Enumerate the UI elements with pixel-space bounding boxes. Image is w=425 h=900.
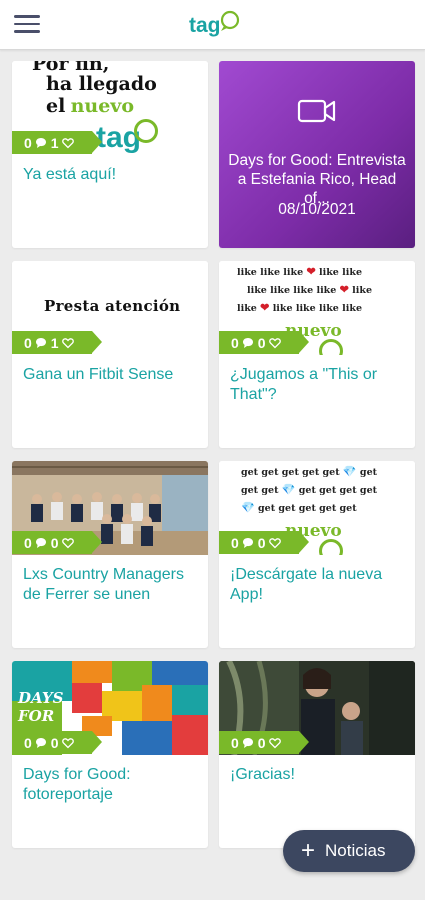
svg-text:tag: tag (189, 14, 221, 37)
thumb-text: like like like like ❤ like (247, 283, 372, 296)
thumb-word: get get get get get (254, 503, 357, 514)
news-card-video[interactable]: Days for Good: Entrevista a Estefania Ri… (219, 61, 415, 248)
thumb-word: DAYS (18, 689, 64, 707)
comment-icon (35, 137, 46, 148)
heart-emoji-icon: ❤ (339, 283, 349, 296)
thumb-text: 💎 get get get get get (241, 501, 357, 514)
thumb-word: like (237, 303, 261, 314)
thumb-word: get (356, 467, 378, 478)
thumb-text: get get get get get 💎 get (241, 465, 377, 478)
heart-icon[interactable] (61, 537, 74, 549)
comment-count: 0 (231, 534, 239, 551)
card-title: Gana un Fitbit Sense (23, 366, 174, 383)
heart-icon[interactable] (61, 337, 74, 349)
news-card[interactable]: 0 0 Lxs Country Managers de Ferrer se un… (12, 461, 208, 648)
comment-icon (242, 537, 253, 548)
thumb-text: DAYS FOR (18, 689, 63, 725)
diamond-emoji-icon: 💎 (281, 483, 296, 496)
card-stats-badge: 0 1 (12, 131, 102, 154)
news-card[interactable]: Presta atención 0 1 Gana un Fitbit Sense (12, 261, 208, 448)
card-stats-badge: 0 0 (12, 531, 102, 554)
thumb-word: like like like like (272, 303, 362, 314)
comment-count: 0 (24, 134, 32, 151)
card-title: Days for Good: fotoreportaje (23, 766, 131, 803)
thumb-word: like (352, 285, 372, 296)
news-card[interactable]: Por fin, ha llegado el nuevo tag 0 1 Ya … (12, 61, 208, 248)
thumb-logo-bubble (134, 119, 158, 143)
video-title: Days for Good: Entrevista a Estefania Ri… (228, 152, 406, 207)
thumb-text: ha llegado (46, 73, 157, 95)
thumb-word: el (46, 95, 66, 117)
news-card[interactable]: DAYS FOR 0 0 Days for Good: fotoreportaj… (12, 661, 208, 848)
card-title: ¿Jugamos a "This or That"? (230, 366, 378, 403)
news-card[interactable]: like like like ❤ like like like like lik… (219, 261, 415, 448)
comment-icon (242, 337, 253, 348)
card-title: Ya está aquí! (23, 166, 117, 183)
card-title: ¡Gracias! (230, 766, 295, 783)
heart-icon[interactable] (268, 737, 281, 749)
heart-icon[interactable] (268, 537, 281, 549)
heart-icon[interactable] (268, 337, 281, 349)
card-stats-badge: 0 1 (12, 331, 102, 354)
card-stats-badge: 0 0 (219, 731, 309, 754)
like-count: 1 (50, 134, 59, 151)
plus-icon: + (301, 837, 316, 864)
thumb-word: get get get get get (241, 467, 343, 478)
thumb-word: FOR (18, 707, 55, 725)
comment-icon (35, 337, 46, 348)
thumb-logo-bubble (319, 539, 343, 555)
like-count: 0 (50, 734, 59, 751)
video-camera-icon (297, 99, 336, 123)
video-date: 08/10/2021 (278, 201, 356, 218)
tag-logo: tag (189, 10, 240, 37)
heart-icon[interactable] (61, 737, 74, 749)
new-post-button[interactable]: + Noticias (283, 830, 415, 872)
card-stats-badge: 0 0 (219, 331, 309, 354)
comment-icon (242, 737, 253, 748)
thumb-word: get get get get (295, 485, 377, 496)
comment-count: 0 (24, 334, 32, 351)
card-title: ¡Descárgate la nueva App! (230, 566, 383, 603)
diamond-emoji-icon: 💎 (241, 501, 255, 514)
thumb-text: like ❤ like like like like (237, 301, 362, 314)
like-count: 0 (50, 534, 59, 551)
thumb-word: like like (319, 267, 362, 278)
hamburger-menu-icon[interactable] (14, 15, 42, 35)
thumb-word: get get (241, 485, 282, 496)
thumb-word: like like like (237, 267, 307, 278)
card-stats-badge: 0 0 (219, 531, 309, 554)
like-count: 0 (257, 334, 266, 351)
comment-icon (35, 537, 46, 548)
heart-icon[interactable] (61, 137, 74, 149)
comment-count: 0 (24, 534, 32, 551)
heart-emoji-icon: ❤ (260, 301, 270, 314)
comment-count: 0 (231, 334, 239, 351)
video-thumbnail: Days for Good: Entrevista a Estefania Ri… (219, 61, 415, 248)
like-count: 0 (257, 534, 266, 551)
news-card[interactable]: 0 0 ¡Gracias! (219, 661, 415, 848)
thumb-text: Presta atención (44, 297, 181, 315)
fab-label: Noticias (325, 841, 386, 860)
like-count: 0 (257, 734, 266, 751)
card-title: Lxs Country Managers de Ferrer se unen (23, 566, 184, 603)
thumb-text: like like like ❤ like like (237, 265, 362, 278)
diamond-emoji-icon: 💎 (342, 465, 357, 478)
comment-count: 0 (24, 734, 32, 751)
comment-icon (35, 737, 46, 748)
thumb-word: like like like like (247, 285, 340, 296)
thumb-text: get get 💎 get get get get (241, 483, 377, 496)
card-stats-badge: 0 0 (12, 731, 102, 754)
news-card[interactable]: get get get get get 💎 get get get 💎 get … (219, 461, 415, 648)
comment-count: 0 (231, 734, 239, 751)
like-count: 1 (50, 334, 59, 351)
heart-emoji-icon: ❤ (306, 265, 316, 278)
top-bar: tag (0, 0, 425, 50)
thumb-word: nuevo (70, 95, 135, 117)
thumb-text: el nuevo (46, 95, 134, 118)
thumb-logo-bubble (319, 339, 343, 355)
